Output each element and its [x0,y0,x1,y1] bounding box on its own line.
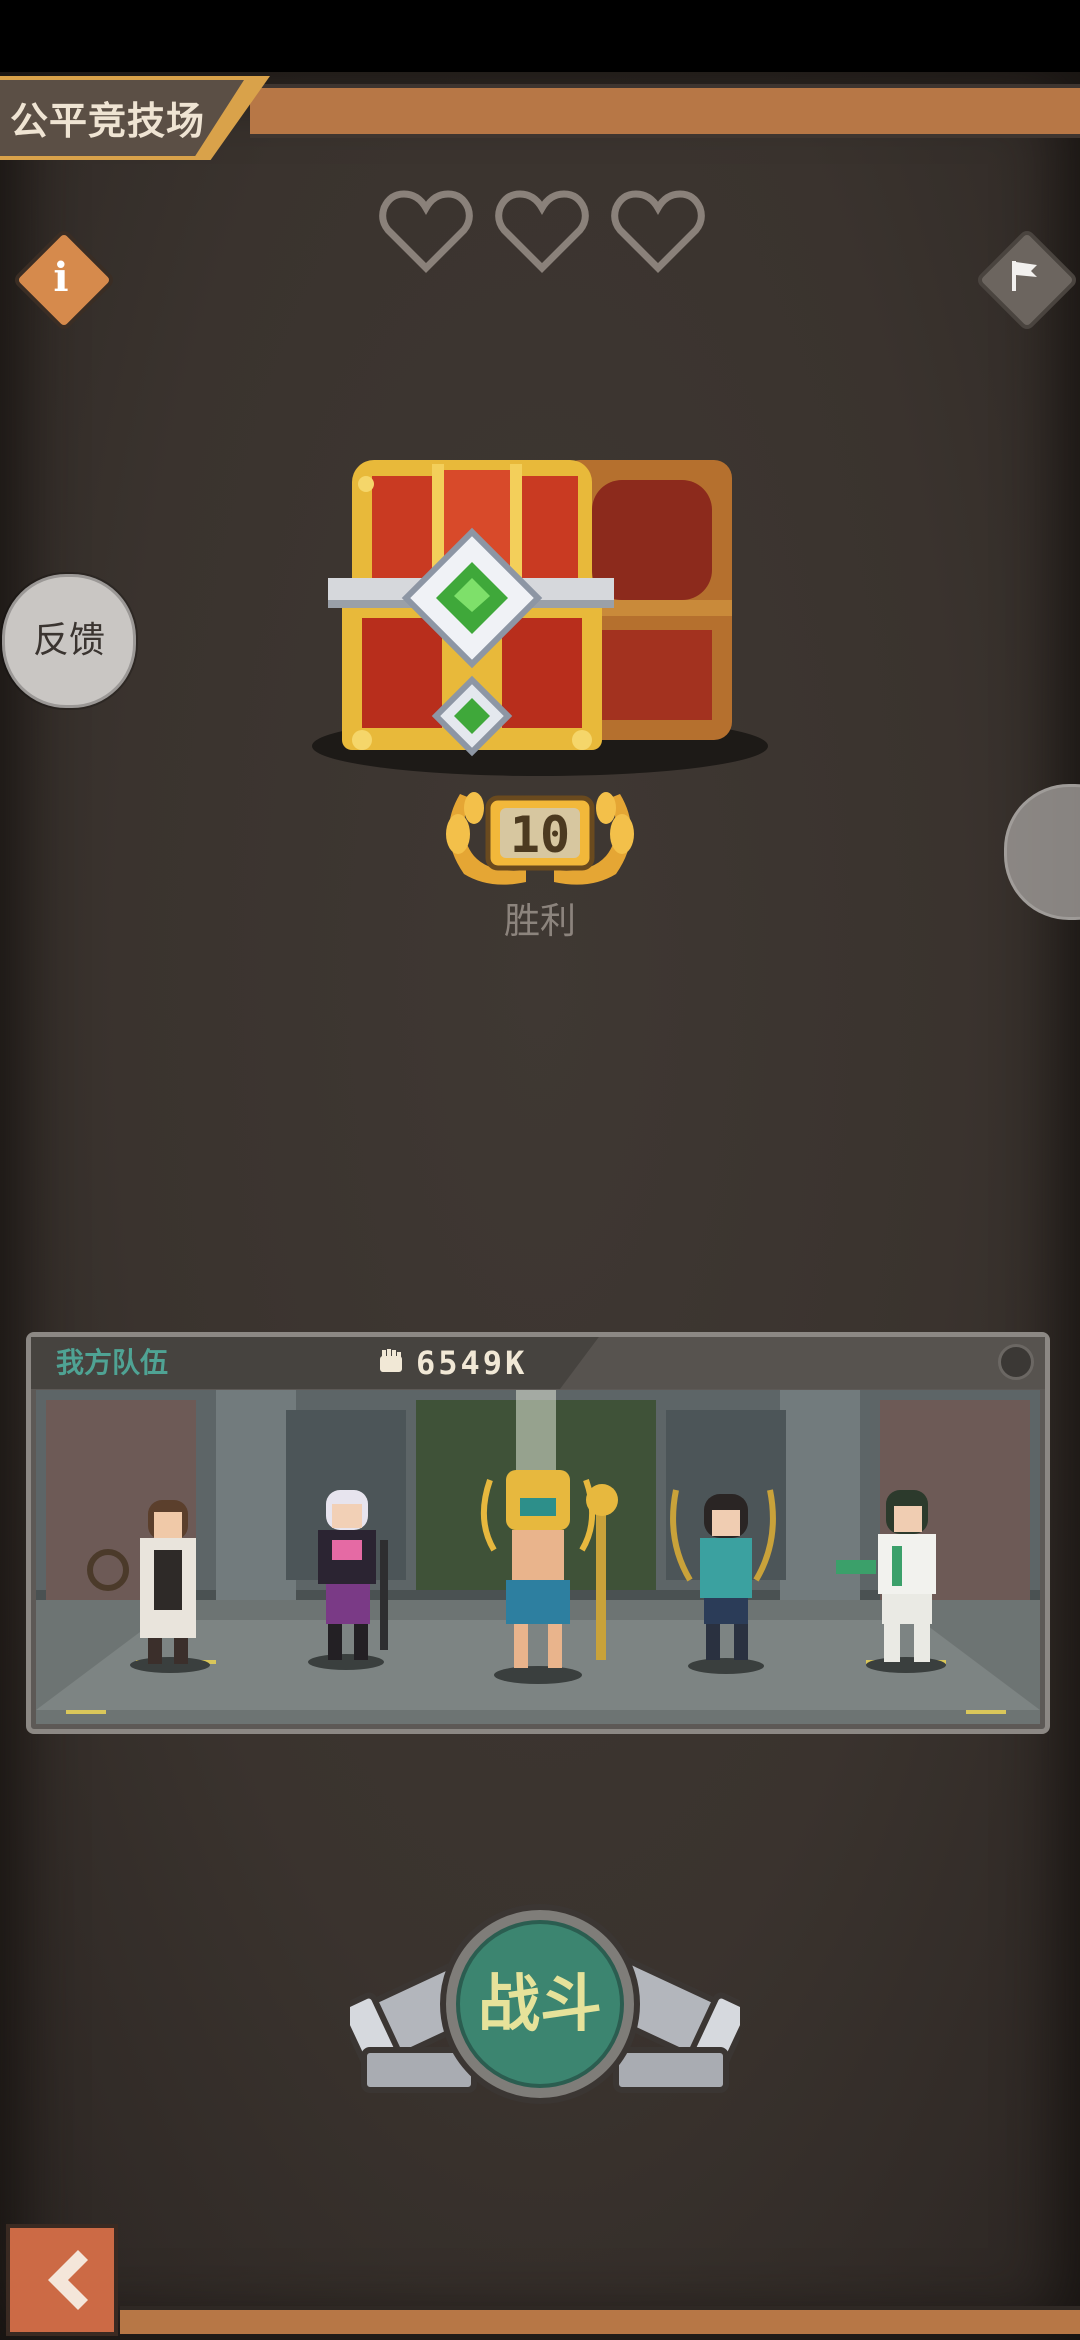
back-arrow-icon [48,2250,88,2310]
bottom-strip [120,2306,1080,2334]
arena-screen: 公平竞技场 i 反馈 10 胜利 我方队伍 6549K 战斗 [0,0,1080,2340]
status-bar [0,0,1080,72]
heart-icon [379,190,473,273]
fist-icon [380,1349,402,1372]
team-power: 6549K [416,1344,528,1382]
treasure-chest-icon[interactable] [312,440,772,780]
team-header-accent [560,1337,1045,1389]
wins-label: 胜利 [503,901,576,942]
page-title: 公平竞技场 [10,101,206,143]
team-label: 我方队伍 [56,1346,169,1379]
flag-icon [1012,261,1037,291]
title-strip [250,84,1080,138]
gear-icon[interactable] [998,1344,1034,1380]
wins-count: 10 [509,806,571,864]
fight-button-label: 战斗 [477,1967,602,2040]
feedback-label: 反馈 [32,620,105,661]
info-icon: i [53,254,69,301]
heart-icon [495,190,589,273]
team-lineup-scene [36,1390,1040,1724]
lives-indicator [378,188,708,278]
heart-icon [611,190,705,273]
